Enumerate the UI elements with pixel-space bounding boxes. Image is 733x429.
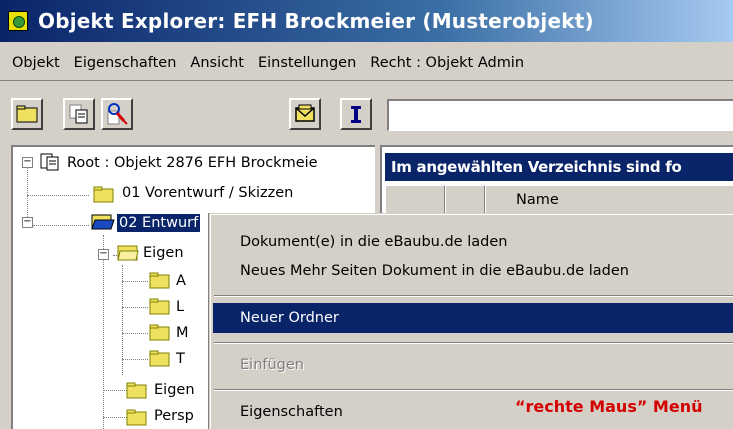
context-item-mehrseiten-dokument[interactable]: Neues Mehr Seiten Dokument in die eBaubu… [213, 256, 733, 286]
menu-objekt[interactable]: Objekt [5, 55, 67, 71]
toolbar-input[interactable] [387, 99, 733, 131]
list-caption: Im angewählten Verzeichnis sind fo [385, 153, 733, 181]
context-menu: Dokument(e) in die eBaubu.de laden Neues… [209, 213, 733, 429]
context-item-einfuegen[interactable]: Einfügen [213, 350, 733, 380]
toolbar [0, 90, 733, 146]
context-item-dokument-laden[interactable]: Dokument(e) in die eBaubu.de laden [213, 227, 733, 257]
mail-icon [295, 104, 315, 122]
tree-connector [103, 235, 104, 429]
context-item-neuer-ordner[interactable]: Neuer Ordner [213, 303, 733, 333]
tree-item-entwurf[interactable]: 02 Entwurf [115, 211, 202, 235]
column-header-2[interactable] [445, 185, 485, 215]
tree-item-l[interactable]: L [174, 295, 186, 319]
search-people-icon [107, 103, 128, 125]
folder-button[interactable] [11, 98, 43, 130]
folder-icon [126, 382, 147, 399]
mail-button[interactable] [289, 98, 321, 130]
open-folder-icon [117, 245, 139, 261]
tree-item-a[interactable]: A [174, 269, 188, 293]
column-header-1[interactable] [385, 185, 445, 215]
tree-item-vorentwurf[interactable]: 01 Vorentwurf / Skizzen [120, 181, 295, 205]
tree-connector [27, 195, 89, 196]
object-explorer-icon [8, 11, 28, 31]
tree-item-t[interactable]: T [174, 347, 187, 371]
tree-item-root[interactable]: Root : Objekt 2876 EFH Brockmeie [65, 151, 320, 175]
tree-item-eigen-1[interactable]: Eigen [141, 241, 186, 265]
tree-connector [103, 417, 127, 418]
title-bar[interactable]: Objekt Explorer: EFH Brockmeier (Mustero… [0, 0, 733, 42]
folder-icon [149, 272, 170, 289]
context-separator [214, 389, 733, 391]
window-title: Objekt Explorer: EFH Brockmeier (Mustero… [38, 9, 594, 33]
text-cursor-icon [351, 106, 361, 123]
list-header: Name [385, 185, 733, 215]
search-people-button[interactable] [101, 98, 133, 130]
text-button[interactable] [340, 98, 372, 130]
copy-documents-icon [69, 104, 88, 124]
collapse-toggle[interactable]: − [22, 217, 33, 228]
menu-bar: Objekt Eigenschaften Ansicht Einstellung… [0, 45, 733, 81]
column-header-name[interactable]: Name [485, 185, 733, 215]
menu-einstellungen[interactable]: Einstellungen [251, 55, 363, 71]
tree-item-persp[interactable]: Persp [152, 404, 196, 428]
folder-icon [16, 105, 38, 123]
context-separator [214, 342, 733, 344]
open-folder-icon [91, 214, 115, 230]
tree-connector [122, 333, 148, 334]
root-documents-icon [40, 153, 59, 171]
tree-connector [103, 390, 127, 391]
copy-button[interactable] [63, 98, 95, 130]
folder-icon [149, 298, 170, 315]
collapse-toggle[interactable]: − [98, 249, 109, 260]
menu-recht[interactable]: Recht : Objekt Admin [363, 55, 531, 71]
tree-connector [122, 281, 148, 282]
folder-icon [149, 350, 170, 367]
tree-connector [33, 225, 89, 226]
tree-item-m[interactable]: M [174, 321, 191, 345]
right-click-annotation: “rechte Maus” Menü [515, 397, 703, 416]
tree-item-eigen-2[interactable]: Eigen [152, 378, 197, 402]
tree-connector [122, 359, 148, 360]
collapse-toggle[interactable]: − [22, 157, 33, 168]
tree-connector [122, 307, 148, 308]
folder-icon [126, 409, 147, 426]
menu-eigenschaften[interactable]: Eigenschaften [67, 55, 184, 71]
folder-icon [149, 324, 170, 341]
menu-ansicht[interactable]: Ansicht [183, 55, 251, 71]
context-separator [214, 295, 733, 297]
folder-icon [93, 186, 114, 203]
